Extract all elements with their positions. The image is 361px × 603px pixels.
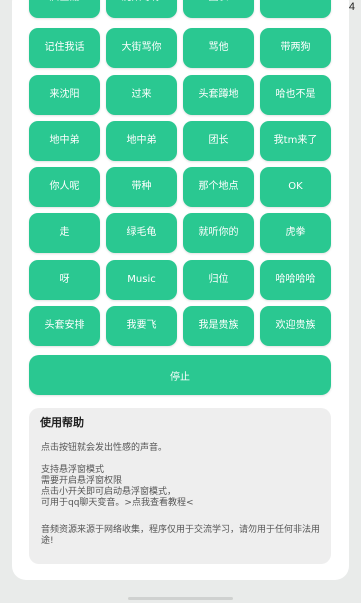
help-line: 点击按钮就会发出性感的声音。	[41, 443, 168, 453]
sound-button[interactable]: 来沈阳	[29, 75, 100, 115]
sound-button[interactable]: 地中弟	[106, 121, 177, 161]
sound-button[interactable]: 过来	[106, 75, 177, 115]
stop-button[interactable]: 停止	[29, 355, 331, 395]
sound-button[interactable]: 团长	[183, 0, 254, 18]
sound-button[interactable]: 欢迎贵族	[260, 306, 331, 346]
sound-button[interactable]: 团长	[183, 121, 254, 161]
sound-button[interactable]: 归位	[183, 260, 254, 300]
help-disclaimer: 音频资源来源于网络收集，程序仅用于交流学习，请勿用于任何非法用途!	[41, 525, 321, 546]
sound-button[interactable]: 大街骂你	[106, 28, 177, 68]
sound-button[interactable]: 绿毛龟	[106, 213, 177, 253]
sound-button[interactable]: 你人呢	[29, 167, 100, 207]
sound-button[interactable]: 我tm来了	[260, 121, 331, 161]
sound-button[interactable]: 哈也不是	[260, 75, 331, 115]
sound-button[interactable]: 启空翻	[29, 0, 100, 18]
sound-button[interactable]: 沈阳等你	[106, 0, 177, 18]
sound-button[interactable]	[260, 0, 331, 18]
sound-button[interactable]: 虎拳	[260, 213, 331, 253]
sound-button[interactable]: OK	[260, 167, 331, 207]
sound-button[interactable]: 那个地点	[183, 167, 254, 207]
sound-button[interactable]: 走	[29, 213, 100, 253]
sound-button[interactable]: 就听你的	[183, 213, 254, 253]
sound-button[interactable]: 头套蹲地	[183, 75, 254, 115]
sound-button[interactable]: Music	[106, 260, 177, 300]
sound-button[interactable]: 我要飞	[106, 306, 177, 346]
help-line: 需要开启悬浮窗权限	[41, 476, 123, 486]
sound-button[interactable]: 头套安排	[29, 306, 100, 346]
tutorial-link[interactable]: 可用于qq聊天变音。>点我查看教程<	[41, 498, 325, 509]
help-card: 使用帮助 点击按钮就会发出性感的声音。 支持悬浮窗模式 需要开启悬浮窗权限 点击…	[29, 408, 331, 564]
sound-button[interactable]: 呀	[29, 260, 100, 300]
help-block: 支持悬浮窗模式 需要开启悬浮窗权限 点击小开关即可启动悬浮窗模式， 可用于qq聊…	[41, 465, 325, 509]
sound-button[interactable]: 地中弟	[29, 121, 100, 161]
home-indicator	[128, 597, 233, 600]
help-line: 支持悬浮窗模式	[41, 465, 105, 475]
sound-button[interactable]: 骂他	[183, 28, 254, 68]
sound-button[interactable]: 带两狗	[260, 28, 331, 68]
sound-button[interactable]: 哈哈哈哈	[260, 260, 331, 300]
help-title: 使用帮助	[40, 416, 84, 429]
sound-button[interactable]: 带种	[106, 167, 177, 207]
sound-button[interactable]: 记住我话	[29, 28, 100, 68]
help-line: 点击小开关即可启动悬浮窗模式，	[41, 487, 177, 497]
sound-button[interactable]: 我是贵族	[183, 306, 254, 346]
